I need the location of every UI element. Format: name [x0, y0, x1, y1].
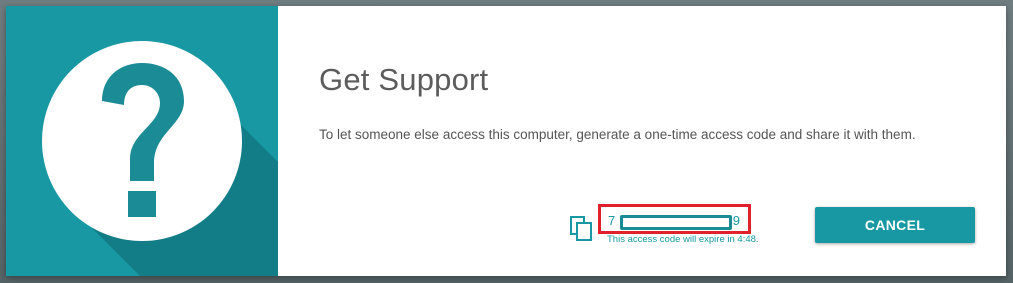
dialog-description: To let someone else access this computer… [319, 127, 916, 142]
help-circle [42, 41, 242, 241]
help-question-icon [102, 63, 184, 217]
dialog-title: Get Support [319, 62, 489, 97]
cancel-button[interactable]: CANCEL [815, 207, 975, 243]
get-support-dialog: Get Support To let someone else access t… [6, 6, 1006, 276]
copy-icon[interactable] [570, 216, 594, 242]
access-code-field[interactable]: 7 9 [598, 204, 751, 234]
dialog-content: Get Support To let someone else access t… [278, 6, 1006, 276]
access-code-expire-text: This access code will expire in 4:48. [607, 234, 759, 245]
access-code-redaction [620, 215, 732, 230]
access-code-last-char: 9 [732, 213, 740, 228]
dialog-icon-panel [6, 6, 278, 276]
access-code-first-char: 7 [608, 213, 616, 228]
